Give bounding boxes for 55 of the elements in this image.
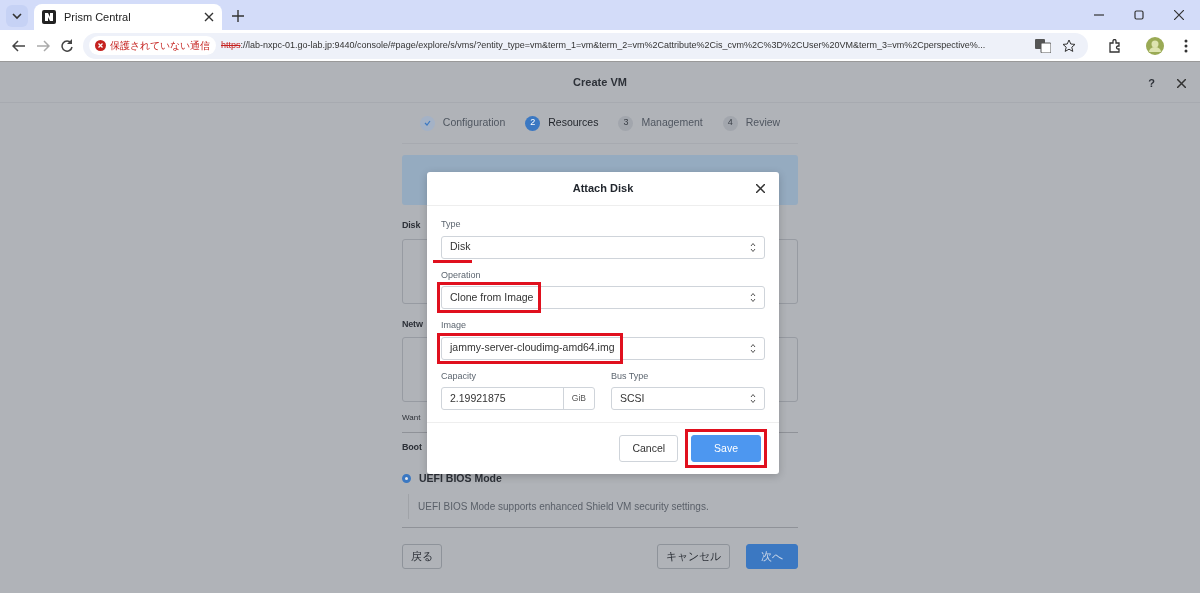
close-icon[interactable] — [204, 12, 214, 22]
tab-list-icon[interactable] — [6, 5, 28, 27]
new-tab-icon[interactable] — [232, 10, 244, 22]
security-chip[interactable]: 保護されていない通信 — [89, 36, 216, 55]
select-field[interactable]: Disk — [441, 235, 765, 259]
cancel-button[interactable]: Cancel — [619, 434, 679, 463]
step-tab[interactable]: Configuration — [442, 115, 506, 131]
option-label: UEFI BIOS Mode — [419, 470, 502, 486]
star-icon[interactable] — [1062, 38, 1076, 53]
extensions-icon[interactable] — [1108, 38, 1122, 53]
select-caret-icon — [750, 292, 756, 303]
radio-button[interactable] — [402, 473, 411, 483]
reload-icon[interactable] — [60, 39, 73, 52]
step-tab[interactable]: Management — [641, 115, 703, 131]
close-icon[interactable] — [756, 184, 765, 193]
maximize-icon[interactable] — [1134, 10, 1144, 20]
capacity-field[interactable]: 2.19921875 GiB — [441, 387, 595, 410]
step-number: 3 — [618, 115, 634, 131]
app-logo-icon — [42, 10, 56, 24]
step-number: 2 — [525, 115, 541, 131]
select-field[interactable]: jammy-server-cloudimg-amd64.img — [441, 336, 765, 360]
page-title: Create VM — [573, 74, 627, 90]
step-tab[interactable]: Review — [745, 115, 781, 131]
cancel-button[interactable]: キャンセル — [657, 544, 730, 569]
address-url[interactable]: https://lab-nxpc-01.go-lab.jp:9440/console/#page/explore/s/vms/?entity_type=vm&term_1=vm&term_2=vm%2Cattribute%2Cis_cvm%2C%3D%2CUser%20VM&term_3=vm%2Cperspective%... — [221, 38, 1030, 53]
field-label: Image — [441, 319, 467, 332]
section-label: Netw — [402, 317, 423, 331]
more-menu-icon[interactable] — [1184, 38, 1188, 53]
translate-icon[interactable] — [1035, 38, 1051, 53]
select-caret-icon — [750, 393, 756, 404]
field-label: Type — [441, 218, 462, 231]
select-field[interactable]: SCSI — [611, 387, 765, 410]
option-description: UEFI BIOS Mode supports enhanced Shield VM security settings. — [408, 494, 798, 520]
field-label: Operation — [441, 268, 482, 282]
note-text: Want — [402, 412, 421, 424]
profile-avatar-icon[interactable] — [1146, 36, 1164, 55]
field-label: Capacity — [441, 369, 477, 383]
close-icon[interactable] — [1174, 10, 1184, 20]
section-label: Disk — [402, 219, 421, 232]
unit-label: GiB — [562, 388, 594, 409]
select-field[interactable]: Clone from Image — [441, 286, 765, 309]
tab-title: Prism Central — [64, 9, 132, 25]
dialog-title: Attach Disk — [572, 181, 634, 197]
back-icon[interactable] — [12, 39, 26, 52]
step-number: 4 — [722, 115, 738, 131]
browser-tab[interactable]: Prism Central — [34, 4, 222, 30]
help-button[interactable]: ? — [1148, 75, 1155, 92]
field-label: Bus Type — [611, 369, 650, 383]
select-caret-icon — [750, 241, 756, 253]
warning-icon — [95, 40, 106, 51]
step-tab[interactable]: Resources — [548, 115, 599, 131]
back-button[interactable]: 戻る — [402, 544, 442, 569]
section-label: Boot — [402, 441, 422, 454]
select-caret-icon — [750, 342, 756, 354]
close-icon[interactable] — [1177, 78, 1186, 88]
